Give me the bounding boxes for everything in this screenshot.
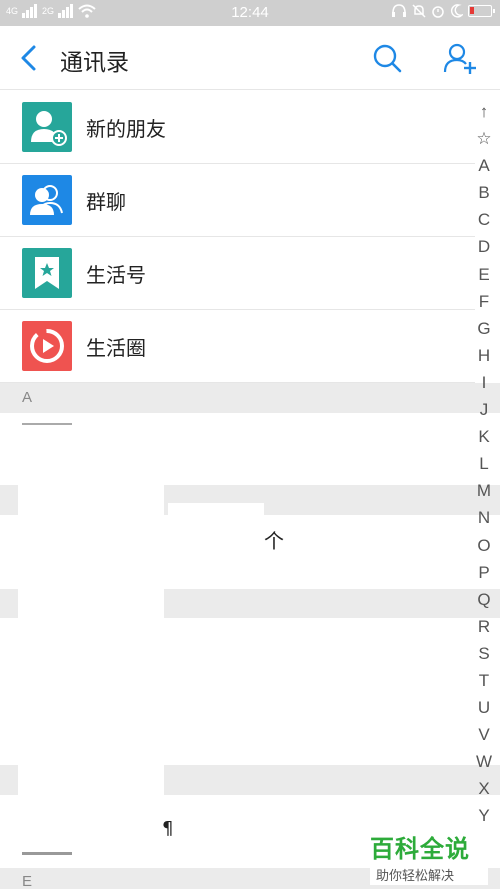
add-contact-icon[interactable] bbox=[442, 41, 480, 75]
index-item[interactable]: K bbox=[470, 423, 498, 450]
index-item[interactable]: ↑ bbox=[470, 98, 498, 125]
index-item[interactable]: P bbox=[470, 559, 498, 586]
row-label: 群聊 bbox=[86, 190, 126, 214]
row-new-friends[interactable]: 新的朋友 bbox=[0, 91, 475, 164]
battery-icon bbox=[468, 5, 495, 17]
new-friend-icon bbox=[22, 102, 72, 152]
row-label: 生活号 bbox=[86, 263, 146, 287]
index-item[interactable]: H bbox=[470, 342, 498, 369]
headset-icon bbox=[392, 4, 406, 17]
section-header-a: A bbox=[0, 383, 500, 413]
index-item[interactable]: S bbox=[470, 640, 498, 667]
index-item[interactable]: D bbox=[470, 233, 498, 260]
index-item[interactable]: I bbox=[470, 369, 498, 396]
index-item[interactable]: X bbox=[470, 775, 498, 802]
index-item[interactable]: F bbox=[470, 288, 498, 315]
index-item[interactable]: N bbox=[470, 504, 498, 531]
group-chat-icon bbox=[22, 175, 72, 225]
life-circle-icon bbox=[22, 321, 72, 371]
index-item[interactable]: G bbox=[470, 315, 498, 342]
index-item[interactable]: ☆ bbox=[470, 125, 498, 152]
alphabet-index[interactable]: ↑ ☆ A B C D E F G H I J K L M N O P Q R … bbox=[470, 98, 498, 830]
index-item[interactable]: W bbox=[470, 748, 498, 775]
watermark: 百科全说 助你轻松解决 bbox=[370, 829, 488, 885]
index-item[interactable]: M bbox=[470, 477, 498, 504]
app-header: 通讯录 bbox=[0, 26, 500, 90]
index-item[interactable]: T bbox=[470, 667, 498, 694]
status-icons bbox=[391, 4, 495, 18]
row-label: 新的朋友 bbox=[86, 117, 166, 141]
redacted-contact-area bbox=[18, 413, 164, 853]
moon-icon bbox=[451, 4, 463, 18]
search-icon[interactable] bbox=[370, 41, 404, 75]
page-title: 通讯录 bbox=[60, 50, 129, 76]
watermark-main: 百科全说 bbox=[370, 835, 470, 863]
row-group-chat[interactable]: 群聊 bbox=[0, 164, 475, 237]
row-life-circle[interactable]: 生活圈 bbox=[0, 310, 475, 383]
watermark-sub: 助你轻松解决 bbox=[370, 864, 488, 885]
status-bar: 4G 2G 12:44 bbox=[0, 0, 500, 26]
index-item[interactable]: Y bbox=[470, 802, 498, 829]
contact-name-fragment: 个 bbox=[264, 529, 284, 553]
row-life-account[interactable]: 生活号 bbox=[0, 237, 475, 310]
redacted-contact-area bbox=[168, 503, 264, 545]
index-item[interactable]: O bbox=[470, 532, 498, 559]
life-account-icon bbox=[22, 248, 72, 298]
back-arrow-icon[interactable] bbox=[14, 42, 46, 74]
index-item[interactable]: Q bbox=[470, 586, 498, 613]
index-item[interactable]: R bbox=[470, 613, 498, 640]
section-letter: A bbox=[22, 389, 33, 406]
divider-fragment bbox=[22, 423, 72, 425]
index-item[interactable]: B bbox=[470, 179, 498, 206]
index-item[interactable]: U bbox=[470, 694, 498, 721]
contact-name-fragment: ¶ bbox=[162, 818, 174, 839]
section-letter: E bbox=[22, 873, 33, 889]
mute-bell-icon bbox=[412, 4, 426, 18]
row-label: 生活圈 bbox=[86, 336, 146, 360]
divider-fragment bbox=[22, 852, 72, 855]
index-item[interactable]: E bbox=[470, 261, 498, 288]
index-item[interactable]: C bbox=[470, 206, 498, 233]
index-item[interactable]: L bbox=[470, 450, 498, 477]
index-item[interactable]: J bbox=[470, 396, 498, 423]
alarm-icon bbox=[432, 6, 444, 18]
index-item[interactable]: A bbox=[470, 152, 498, 179]
index-item[interactable]: V bbox=[470, 721, 498, 748]
